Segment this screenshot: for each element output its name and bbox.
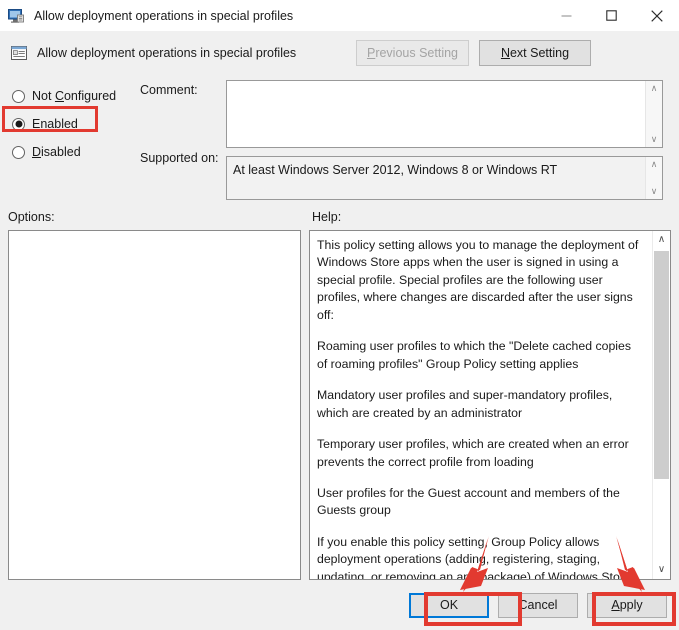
window-title: Allow deployment operations in special p… xyxy=(34,8,294,23)
supported-on-value: At least Windows Server 2012, Windows 8 … xyxy=(233,163,558,177)
next-setting-button[interactable]: Next Setting xyxy=(479,40,591,66)
radio-mark-enabled xyxy=(12,117,25,131)
apply-button[interactable]: Apply xyxy=(587,592,667,618)
scroll-up-icon[interactable]: ∧ xyxy=(651,157,658,172)
options-pane[interactable] xyxy=(8,230,301,580)
radio-disabled[interactable]: Disabled xyxy=(8,138,136,166)
policy-state-radio-group: Not Configured Enabled Disabled xyxy=(0,74,136,204)
dialog-footer: OK Cancel Apply xyxy=(0,580,679,630)
policy-state-and-metadata: Not Configured Enabled Disabled Comment:… xyxy=(0,74,679,204)
comment-value xyxy=(227,81,645,147)
scroll-down-icon[interactable]: ∨ xyxy=(658,561,665,579)
options-pane-content xyxy=(9,231,300,579)
help-paragraph: Temporary user profiles, which are creat… xyxy=(317,437,629,469)
supported-on-scrollbar[interactable]: ∧ ∨ xyxy=(645,157,662,199)
section-labels: Options: Help: xyxy=(0,204,679,230)
scroll-down-icon[interactable]: ∨ xyxy=(651,184,658,199)
radio-mark-not-configured xyxy=(12,89,25,103)
setting-navigation: Previous Setting Next Setting xyxy=(355,40,591,66)
supported-on-row: Supported on: At least Windows Server 20… xyxy=(136,148,663,200)
minimize-icon[interactable] xyxy=(544,0,589,31)
policy-monitor-icon xyxy=(7,7,25,25)
comment-textarea[interactable]: ∧ ∨ xyxy=(226,80,663,148)
policy-setting-icon xyxy=(10,44,28,62)
title-bar: Allow deployment operations in special p… xyxy=(0,0,679,32)
metadata-fields: Comment: ∧ ∨ Supported on: At least Wind… xyxy=(136,74,663,204)
supported-on-textarea: At least Windows Server 2012, Windows 8 … xyxy=(226,156,663,200)
comment-label: Comment: xyxy=(140,83,198,97)
help-paragraph: If you enable this policy setting, Group… xyxy=(317,534,631,579)
help-scrollbar[interactable]: ∧ ∨ xyxy=(652,231,670,579)
close-icon[interactable] xyxy=(634,0,679,31)
policy-header: Allow deployment operations in special p… xyxy=(0,32,679,74)
ok-button[interactable]: OK xyxy=(409,592,489,618)
help-paragraph: User profiles for the Guest account and … xyxy=(317,485,620,518)
comment-scrollbar[interactable]: ∧ ∨ xyxy=(645,81,662,147)
content-panes: This policy setting allows you to manage… xyxy=(0,230,679,580)
scroll-up-icon[interactable]: ∧ xyxy=(658,231,665,249)
help-text: This policy setting allows you to manage… xyxy=(310,231,652,579)
radio-label-disabled: Disabled xyxy=(32,145,81,159)
supported-on-label: Supported on: xyxy=(140,151,219,165)
previous-setting-button[interactable]: Previous Setting xyxy=(355,40,469,66)
radio-enabled[interactable]: Enabled xyxy=(8,110,136,138)
help-label: Help: xyxy=(312,210,342,224)
help-paragraph: Roaming user profiles to which the "Dele… xyxy=(317,339,632,371)
window-controls xyxy=(544,0,679,31)
scrollbar-thumb[interactable] xyxy=(654,251,669,479)
cancel-button[interactable]: Cancel xyxy=(498,592,578,618)
scroll-up-icon[interactable]: ∧ xyxy=(651,81,658,96)
help-paragraph: This policy setting allows you to manage… xyxy=(317,238,639,322)
help-paragraph: Mandatory user profiles and super-mandat… xyxy=(317,388,613,420)
help-pane: This policy setting allows you to manage… xyxy=(309,230,671,580)
radio-label-not-configured: Not Configured xyxy=(32,89,117,103)
group-policy-setting-dialog: Allow deployment operations in special p… xyxy=(0,0,679,630)
scroll-down-icon[interactable]: ∨ xyxy=(651,132,658,147)
radio-label-enabled: Enabled xyxy=(32,117,78,131)
scrollbar-track[interactable] xyxy=(653,249,670,561)
options-label: Options: xyxy=(8,210,55,224)
radio-mark-disabled xyxy=(12,145,25,159)
policy-title: Allow deployment operations in special p… xyxy=(37,46,297,60)
maximize-icon[interactable] xyxy=(589,0,634,31)
comment-row: Comment: ∧ ∨ xyxy=(136,80,663,148)
radio-not-configured[interactable]: Not Configured xyxy=(8,82,136,110)
